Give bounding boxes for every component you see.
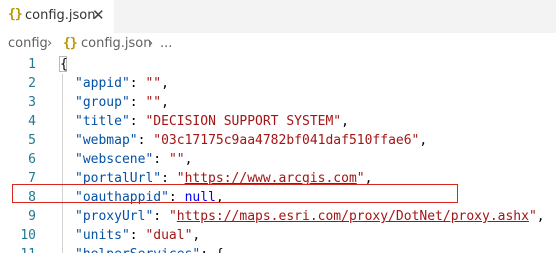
json-value: "" <box>145 95 162 110</box>
code-line[interactable]: 10 "units": "dual", <box>0 226 556 245</box>
code-text: "units": "dual", <box>75 228 201 243</box>
code-line[interactable]: 3 "group": "", <box>0 93 556 112</box>
url-link[interactable]: https://maps.esri.com/proxy/DotNet/proxy… <box>177 209 529 224</box>
code-line[interactable]: 4 "title": "DECISION SUPPORT SYSTEM", <box>0 112 556 131</box>
code-text: "proxyUrl": "https://maps.esri.com/proxy… <box>75 209 545 224</box>
line-number: 1 <box>28 57 36 72</box>
code-text: "title": "DECISION SUPPORT SYSTEM", <box>75 114 349 129</box>
json-key: "helperServices" <box>75 247 200 253</box>
breadcrumb-file[interactable]: config.json <box>81 36 152 51</box>
code-text: "helperServices": { <box>75 245 224 253</box>
close-icon[interactable]: ✕ <box>92 6 105 24</box>
breadcrumb-folder[interactable]: config <box>8 36 48 51</box>
highlight-annotation-box <box>12 184 458 203</box>
line-number: 6 <box>28 152 36 167</box>
breadcrumb: config › {} config.json › ... <box>0 33 556 55</box>
code-editor[interactable]: 1 { 2 "appid": "", 3 "group": "", 4 "tit… <box>0 55 556 253</box>
json-value: "03c17175c9aa4782bf041daf510ffae6" <box>153 133 420 148</box>
code-text: "appid": "", <box>75 76 169 91</box>
line-number: 10 <box>20 228 36 243</box>
tab-label: config.json <box>25 8 96 23</box>
chevron-right-icon: › <box>148 36 154 51</box>
line-number: 11 <box>0 245 36 253</box>
line-number: 3 <box>28 95 36 110</box>
json-key: "webmap" <box>75 133 138 148</box>
code-text: "group": "", <box>75 95 169 110</box>
code-line[interactable]: 9 "proxyUrl": "https://maps.esri.com/pro… <box>0 207 556 226</box>
tab-config-json[interactable]: {} config.json ✕ <box>0 0 114 33</box>
line-number: 9 <box>28 209 36 224</box>
code-line[interactable]: 11 "helperServices": { <box>0 245 556 253</box>
code-text: "webscene": "", <box>75 152 193 167</box>
code-text: "webmap": "03c17175c9aa4782bf041daf510ff… <box>75 133 428 148</box>
json-key: "appid" <box>75 76 130 91</box>
json-braces-icon: {} <box>8 7 23 22</box>
code-line[interactable]: 6 "webscene": "", <box>0 150 556 169</box>
json-key: "units" <box>75 228 130 243</box>
code-line[interactable]: 1 { <box>0 55 556 74</box>
json-key: "webscene" <box>75 152 154 167</box>
line-number: 4 <box>28 114 36 129</box>
line-number: 2 <box>28 76 36 91</box>
json-key: "title" <box>75 114 130 129</box>
breadcrumb-more[interactable]: ... <box>160 36 172 51</box>
json-value: "dual" <box>145 228 193 243</box>
code-line[interactable]: 2 "appid": "", <box>0 74 556 93</box>
json-value: "" <box>168 152 185 167</box>
json-value: "" <box>145 76 162 91</box>
line-number: 5 <box>28 133 36 148</box>
code-line[interactable]: 5 "webmap": "03c17175c9aa4782bf041daf510… <box>0 131 556 150</box>
code-text: { <box>60 57 68 72</box>
chevron-right-icon: › <box>47 36 53 51</box>
json-value: "DECISION SUPPORT SYSTEM" <box>145 114 342 129</box>
json-braces-icon: {} <box>63 36 78 51</box>
json-key: "proxyUrl" <box>75 209 154 224</box>
json-key: "group" <box>75 95 130 110</box>
tab-bar: {} config.json ✕ <box>0 0 556 33</box>
